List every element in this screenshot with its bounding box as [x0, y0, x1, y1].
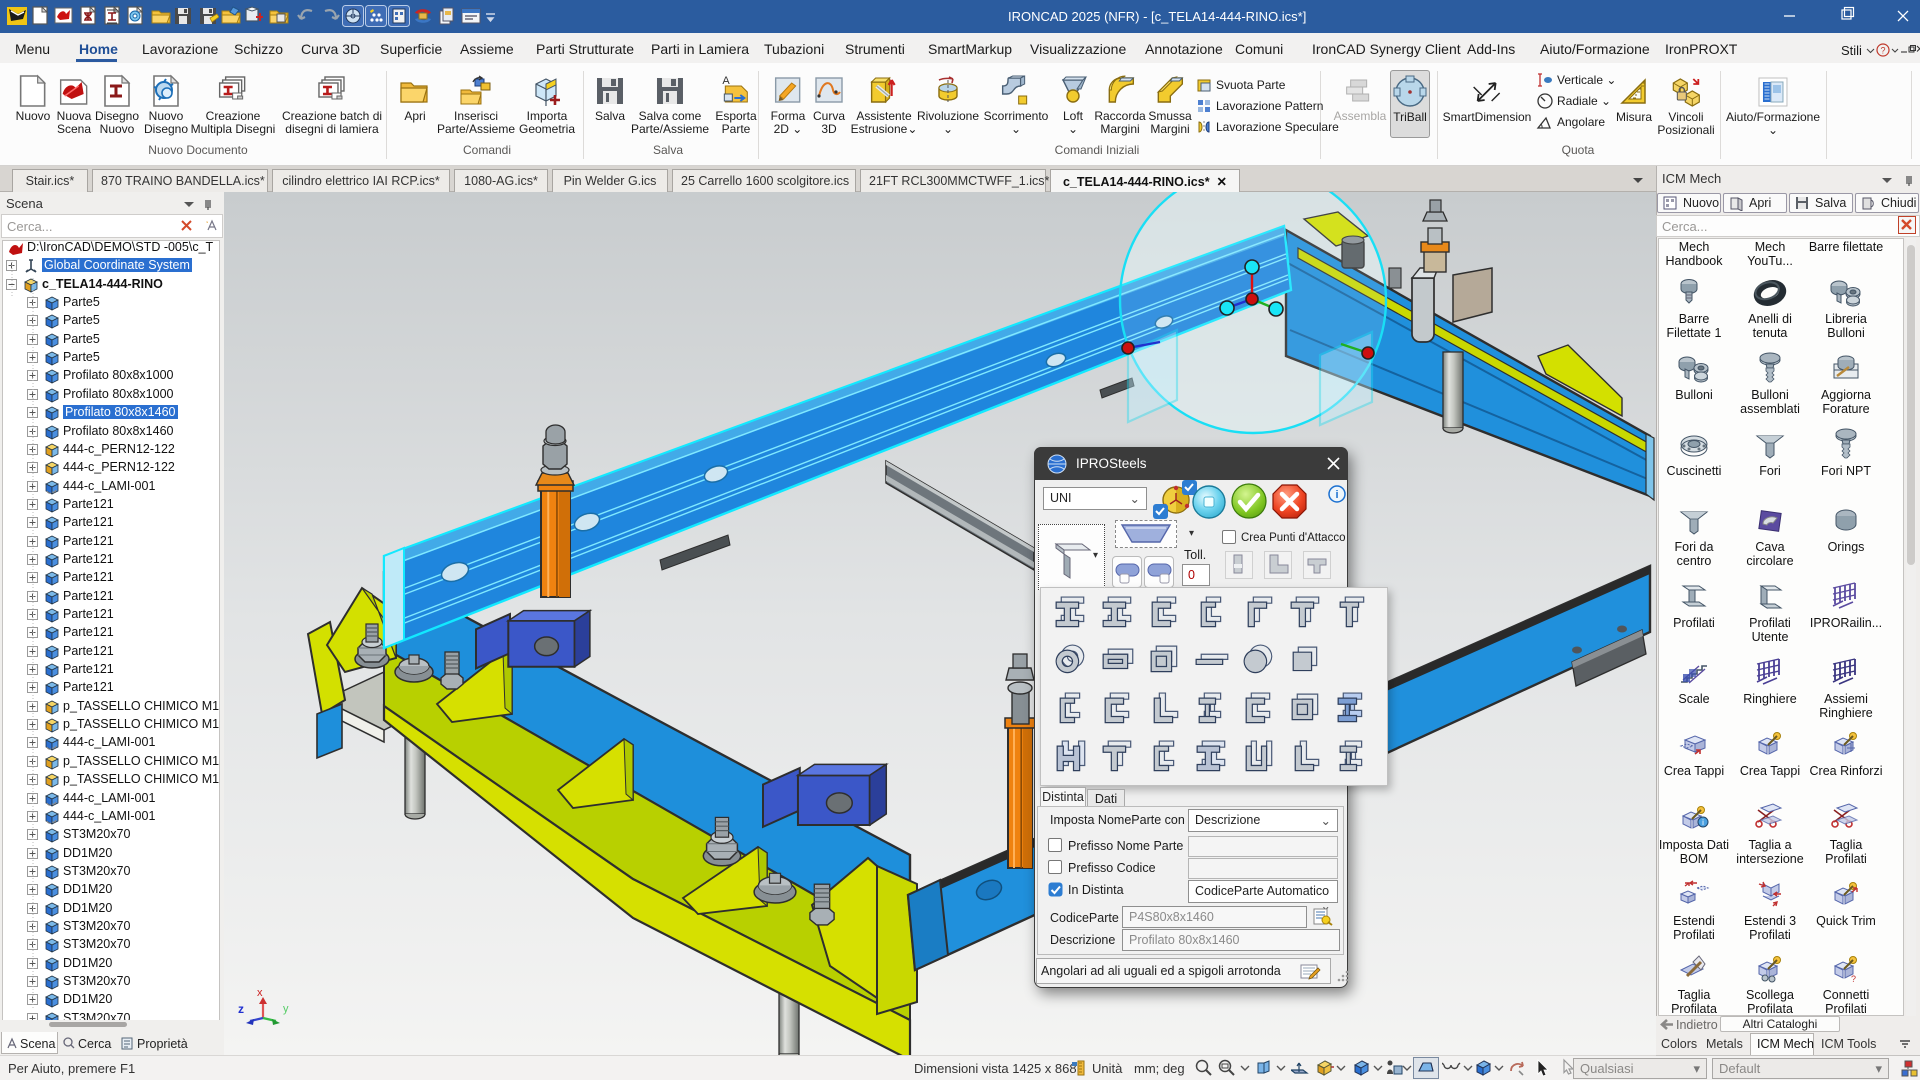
svg-text:y: y	[283, 1003, 289, 1015]
svg-text:z: z	[238, 1002, 244, 1016]
svg-text:A: A	[722, 75, 730, 87]
svg-text:?: ?	[1851, 974, 1856, 984]
svg-text:x: x	[257, 987, 263, 999]
svg-text:i: i	[1702, 818, 1704, 827]
svg-text:i: i	[1335, 489, 1338, 501]
svg-text:?: ?	[1880, 46, 1885, 56]
